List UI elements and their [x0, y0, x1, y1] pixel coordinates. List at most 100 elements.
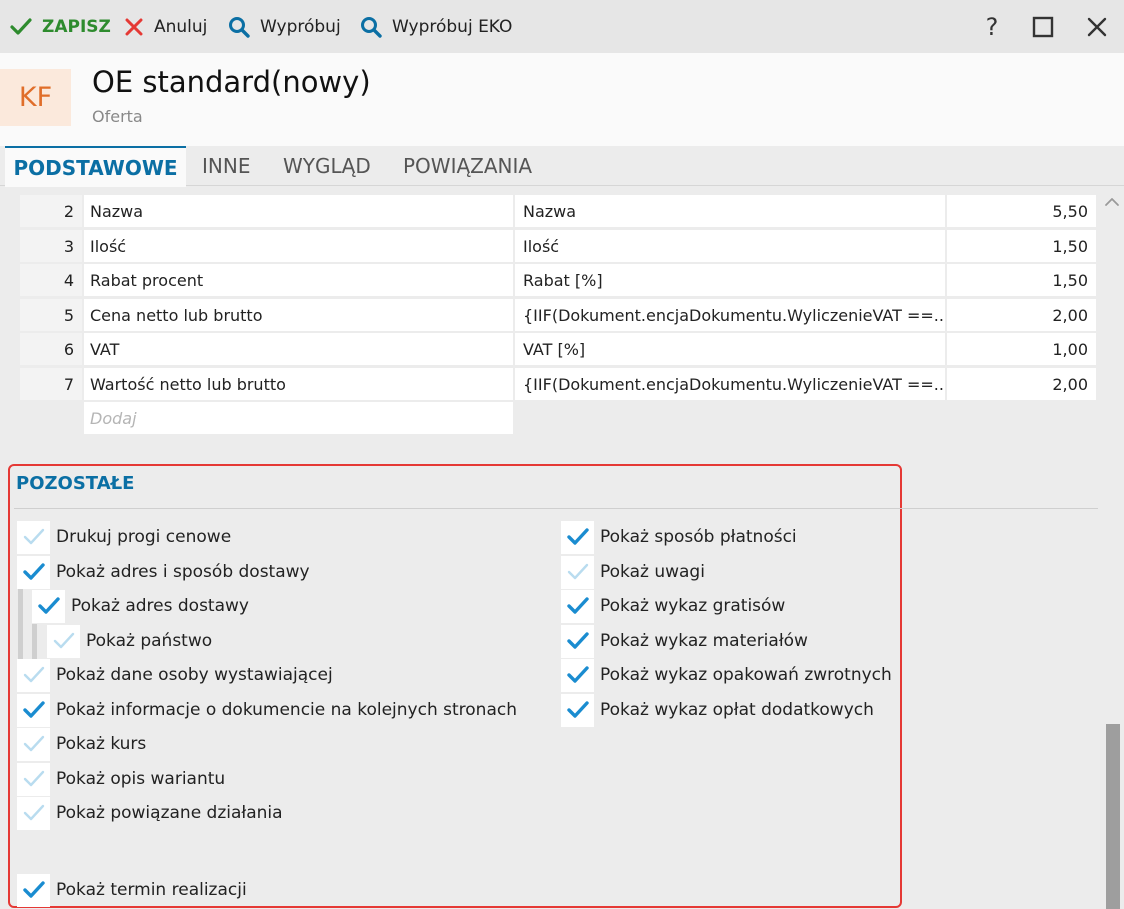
- checkbox-wykaz-opakowan-zwrotnych[interactable]: Pokaż wykaz opakowań zwrotnych: [561, 658, 892, 692]
- checkbox-opis-wariantu[interactable]: Pokaż opis wariantu: [17, 762, 225, 796]
- save-button[interactable]: ZAPISZ: [10, 0, 111, 53]
- close-window-button[interactable]: [1077, 0, 1117, 53]
- checkbox-drukuj-progi-cenowe[interactable]: Drukuj progi cenowe: [17, 520, 231, 554]
- tab-powiazania[interactable]: POWIĄZANIA: [403, 146, 532, 186]
- column-name[interactable]: Cena netto lub brutto: [84, 299, 513, 331]
- row-number: 3: [20, 230, 82, 262]
- check-icon: [17, 555, 50, 589]
- table-row[interactable]: 6 VAT VAT [%] 1,00: [20, 333, 1096, 365]
- checkbox-label: Pokaż wykaz materiałów: [600, 631, 808, 651]
- column-name[interactable]: Wartość netto lub brutto: [84, 368, 513, 400]
- check-icon: [17, 873, 50, 907]
- add-row-input[interactable]: Dodaj: [84, 402, 513, 434]
- checkbox-label: Pokaż opis wariantu: [56, 769, 226, 789]
- checkbox-wykaz-materialow[interactable]: Pokaż wykaz materiałów: [561, 624, 808, 658]
- column-expression[interactable]: Ilość: [515, 230, 945, 262]
- check-icon: [561, 555, 594, 589]
- row-number: 7: [20, 368, 82, 400]
- column-expression[interactable]: {IIF(Dokument.encjaDokumentu.WyliczenieV…: [515, 368, 945, 400]
- check-icon: [561, 589, 594, 623]
- checkbox-label: Pokaż termin realizacji: [56, 880, 247, 900]
- help-button[interactable]: ?: [972, 0, 1012, 53]
- checkbox-label: Pokaż informacje o dokumencie na kolejny…: [56, 700, 517, 720]
- column-width[interactable]: 1,50: [947, 230, 1096, 262]
- column-width[interactable]: 1,50: [947, 264, 1096, 296]
- check-icon: [47, 624, 80, 658]
- checkbox-wykaz-gratisow[interactable]: Pokaż wykaz gratisów: [561, 589, 785, 623]
- column-expression[interactable]: {IIF(Dokument.encjaDokumentu.WyliczenieV…: [515, 299, 945, 331]
- cancel-label: Anuluj: [154, 16, 208, 37]
- checkbox-uwagi[interactable]: Pokaż uwagi: [561, 555, 705, 589]
- column-name[interactable]: Ilość: [84, 230, 513, 262]
- tab-podstawowe[interactable]: PODSTAWOWE: [5, 146, 186, 187]
- column-width[interactable]: 5,50: [947, 195, 1096, 227]
- toolbar: ZAPISZ Anuluj Wypróbuj Wypróbuj EKO ?: [0, 0, 1124, 53]
- table-row[interactable]: 7 Wartość netto lub brutto {IIF(Dokument…: [20, 368, 1096, 400]
- column-name[interactable]: Nazwa: [84, 195, 513, 227]
- close-icon: [1087, 17, 1107, 36]
- close-icon: [125, 18, 143, 35]
- try-button[interactable]: Wypróbuj: [228, 0, 341, 53]
- checkbox-panstwo[interactable]: Pokaż państwo: [47, 624, 212, 658]
- checkbox-dane-osoby-wystawiajacej[interactable]: Pokaż dane osoby wystawiającej: [17, 658, 333, 692]
- checkbox-label: Pokaż adres dostawy: [71, 596, 249, 616]
- check-icon: [10, 17, 32, 35]
- checkbox-label: Pokaż uwagi: [600, 562, 705, 582]
- document-header: KF OE standard(nowy) Oferta: [0, 53, 1124, 146]
- column-expression[interactable]: Rabat [%]: [515, 264, 945, 296]
- check-icon: [17, 762, 50, 796]
- checkbox-label: Pokaż wykaz opłat dodatkowych: [600, 700, 874, 720]
- checkbox-kurs[interactable]: Pokaż kurs: [17, 727, 146, 761]
- checkbox-label: Pokaż kurs: [56, 734, 147, 754]
- column-expression[interactable]: VAT [%]: [515, 333, 945, 365]
- column-name[interactable]: Rabat procent: [84, 264, 513, 296]
- checkbox-informacje-o-dokumencie[interactable]: Pokaż informacje o dokumencie na kolejny…: [17, 693, 517, 727]
- checkbox-label: Pokaż wykaz gratisów: [600, 596, 786, 616]
- table-row[interactable]: 4 Rabat procent Rabat [%] 1,50: [20, 264, 1096, 296]
- search-icon: [361, 16, 382, 38]
- check-icon: [561, 693, 594, 727]
- checkbox-adres-dostawy[interactable]: Pokaż adres dostawy: [32, 589, 249, 623]
- avatar: KF: [0, 69, 71, 126]
- checkbox-label: Pokaż wykaz opakowań zwrotnych: [600, 665, 892, 685]
- cancel-button[interactable]: Anuluj: [124, 0, 207, 53]
- maximize-icon: [1032, 16, 1054, 37]
- table-row[interactable]: 5 Cena netto lub brutto {IIF(Dokument.en…: [20, 299, 1096, 331]
- try-eko-label: Wypróbuj EKO: [392, 16, 513, 37]
- check-icon: [32, 589, 65, 623]
- checkbox-wykaz-oplat-dodatkowych[interactable]: Pokaż wykaz opłat dodatkowych: [561, 693, 874, 727]
- chevron-up-icon[interactable]: [1104, 196, 1120, 208]
- divider: [14, 508, 1098, 509]
- row-number: 4: [20, 264, 82, 296]
- column-width[interactable]: 2,00: [947, 299, 1096, 331]
- check-icon: [17, 796, 50, 830]
- row-number: 6: [20, 333, 82, 365]
- search-icon: [229, 16, 250, 38]
- indent-guide: [18, 589, 23, 659]
- checkbox-label: Pokaż państwo: [86, 631, 213, 651]
- row-number: 5: [20, 299, 82, 331]
- checkbox-sposob-platnosci[interactable]: Pokaż sposób płatności: [561, 520, 797, 554]
- column-expression[interactable]: Nazwa: [515, 195, 945, 227]
- save-label: ZAPISZ: [42, 16, 111, 37]
- row-number: 2: [20, 195, 82, 227]
- check-icon: [17, 658, 50, 692]
- tab-inne[interactable]: INNE: [202, 146, 250, 186]
- checkbox-label: Drukuj progi cenowe: [56, 527, 232, 547]
- check-icon: [561, 658, 594, 692]
- page-title: OE standard(nowy): [92, 65, 371, 99]
- table-row[interactable]: 2 Nazwa Nazwa 5,50: [20, 195, 1096, 227]
- scrollbar-thumb[interactable]: [1106, 724, 1120, 909]
- maximize-button[interactable]: [1023, 0, 1063, 53]
- checkbox-termin-realizacji[interactable]: Pokaż termin realizacji: [17, 873, 247, 907]
- column-name[interactable]: VAT: [84, 333, 513, 365]
- column-width[interactable]: 2,00: [947, 368, 1096, 400]
- tab-wyglad[interactable]: WYGLĄD: [283, 146, 371, 186]
- checkbox-powiazane-dzialania[interactable]: Pokaż powiązane działania: [17, 796, 283, 830]
- checkbox-adres-sposob-dostawy[interactable]: Pokaż adres i sposób dostawy: [17, 555, 310, 589]
- column-width[interactable]: 1,00: [947, 333, 1096, 365]
- check-icon: [561, 520, 594, 554]
- indent-guide: [32, 624, 37, 659]
- try-eko-button[interactable]: Wypróbuj EKO: [360, 0, 512, 53]
- table-row[interactable]: 3 Ilość Ilość 1,50: [20, 230, 1096, 262]
